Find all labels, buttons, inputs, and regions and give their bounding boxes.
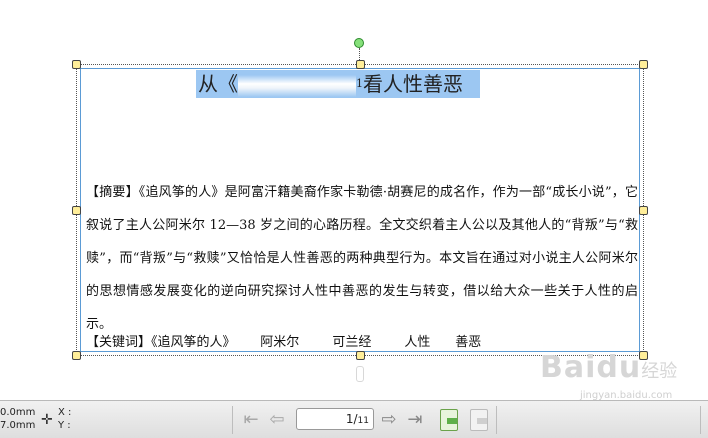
watermark-brand: Baidu xyxy=(540,350,642,385)
first-page-icon[interactable]: ⇤ xyxy=(240,409,262,431)
height-readout: 7.0mm xyxy=(0,420,36,431)
width-readout: 0.0mm xyxy=(0,407,36,418)
y-label: Y : xyxy=(58,420,71,431)
title-prefix: 从《 xyxy=(198,72,238,96)
resize-handle-left[interactable] xyxy=(72,206,81,215)
title-footnote-marker: 1 xyxy=(356,77,363,90)
status-bar: 0.0mm 7.0mm ✛ X : Y : ⇤ ⇦ 1/11 ⇨ ⇥ xyxy=(0,400,708,438)
insert-page-before-icon[interactable] xyxy=(440,409,458,431)
keywords-line[interactable]: 【关键词】《追风筝的人》 阿米尔 可兰经 人性 善恶 xyxy=(86,331,481,350)
resize-handle-bottom[interactable] xyxy=(356,351,365,360)
current-page: 1 xyxy=(345,412,354,426)
resize-handle-top[interactable] xyxy=(356,60,365,69)
watermark-brand-suffix: 经验 xyxy=(641,361,678,382)
crosshair-icon: ✛ xyxy=(41,412,53,428)
separator xyxy=(496,406,497,434)
abstract-paragraph[interactable]: 【摘要】《追风筝的人》是阿富汗籍美裔作家卡勒德·胡赛尼的成名作，作为一部“成长小… xyxy=(86,176,638,341)
page-number-field[interactable]: 1/11 xyxy=(296,408,374,430)
redacted-region xyxy=(238,74,356,97)
separator xyxy=(232,406,233,434)
title-suffix: 看人性善恶 xyxy=(363,72,463,96)
resize-handle-bottom-left[interactable] xyxy=(72,351,81,360)
document-title[interactable]: 从《 1看人性善恶 xyxy=(196,70,480,98)
rotate-handle[interactable] xyxy=(354,38,364,48)
separator xyxy=(700,406,701,434)
document-canvas[interactable]: 从《 1看人性善恶 【摘要】《追风筝的人》是阿富汗籍美裔作家卡勒德·胡赛尼的成名作… xyxy=(0,0,708,401)
scroll-anchor xyxy=(356,366,364,382)
resize-handle-right[interactable] xyxy=(639,206,648,215)
abstract-text: 【摘要】《追风筝的人》是阿富汗籍美裔作家卡勒德·胡赛尼的成名作，作为一部“成长小… xyxy=(86,185,638,332)
last-page-icon[interactable]: ⇥ xyxy=(404,409,426,431)
total-pages: 11 xyxy=(357,416,369,426)
previous-page-icon[interactable]: ⇦ xyxy=(266,409,288,431)
x-label: X : xyxy=(58,407,72,418)
insert-page-after-icon[interactable] xyxy=(470,409,488,431)
next-page-icon[interactable]: ⇨ xyxy=(378,409,400,431)
resize-handle-top-left[interactable] xyxy=(72,60,81,69)
resize-handle-top-right[interactable] xyxy=(639,60,648,69)
